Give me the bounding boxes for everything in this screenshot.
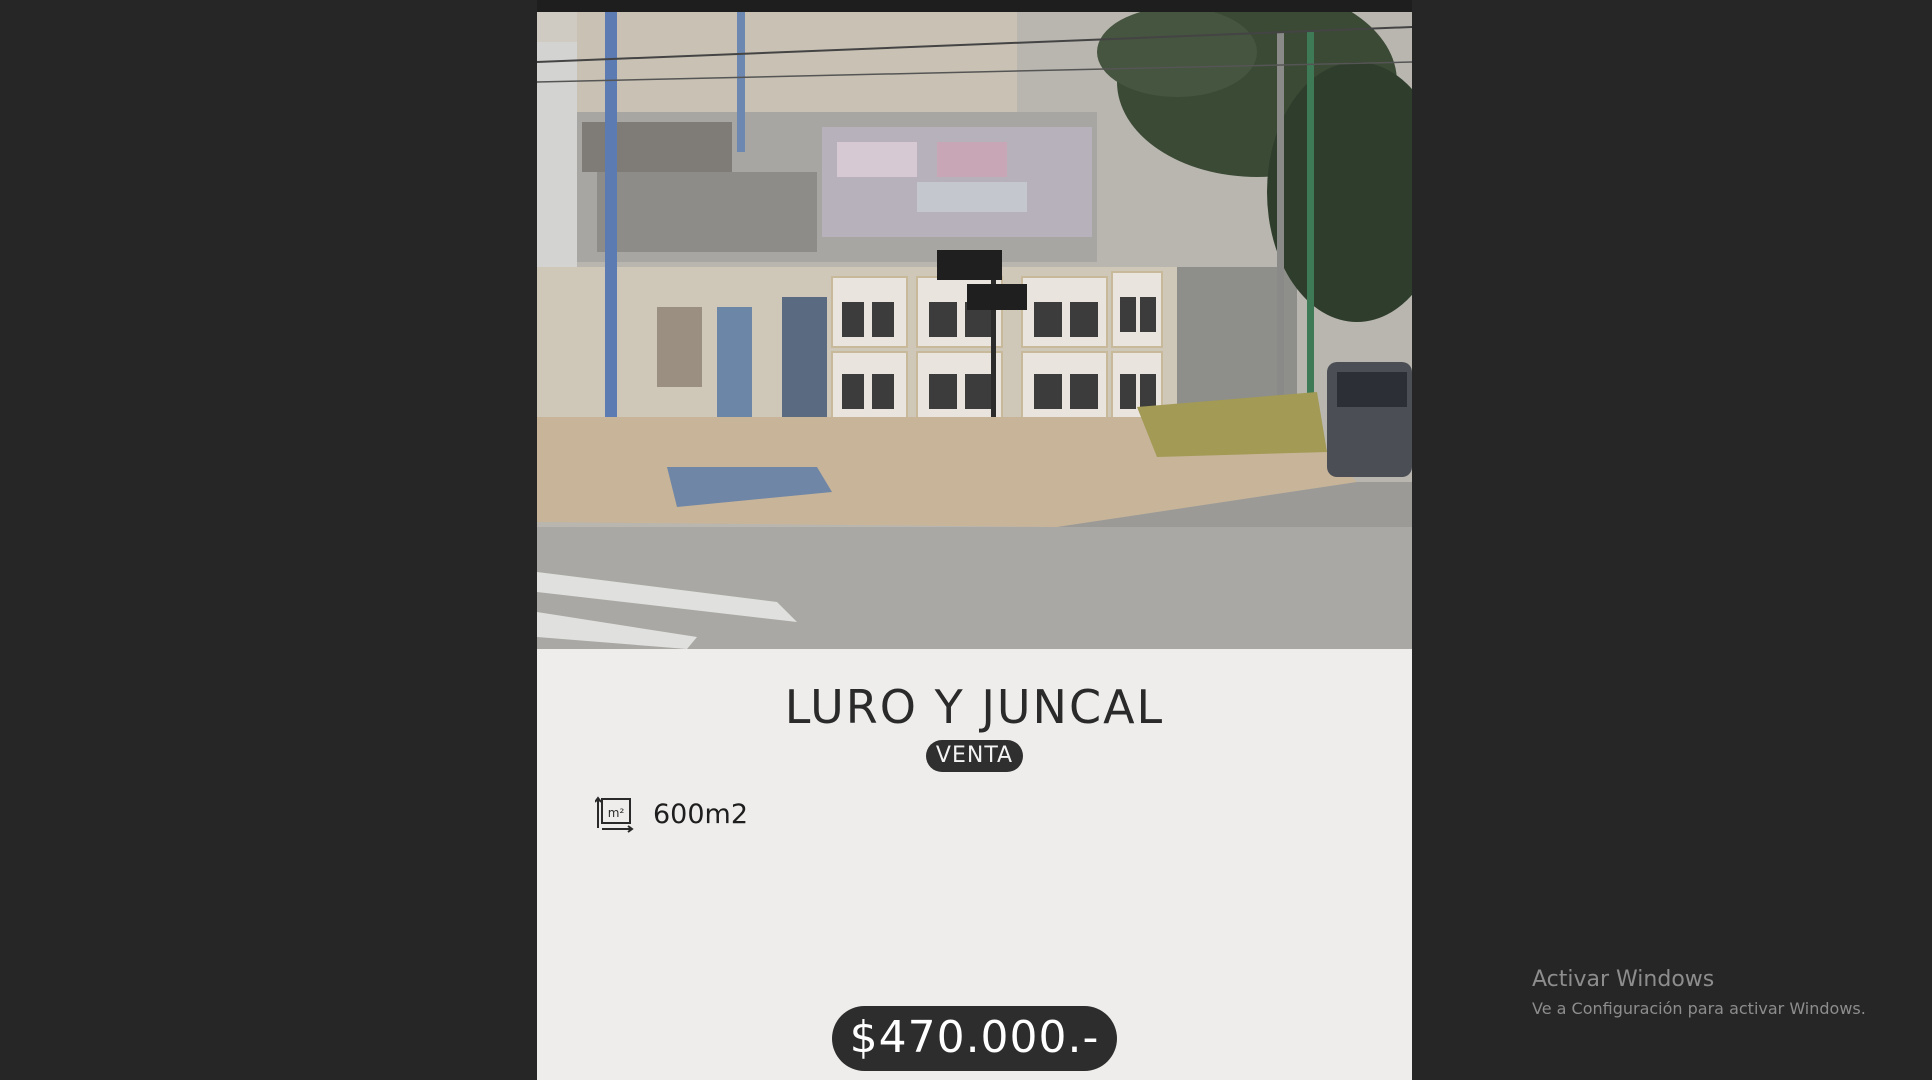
property-photo[interactable] (537, 12, 1412, 649)
area-m2-icon: m² (594, 794, 635, 834)
page: LURO Y JUNCAL VENTA m² 600m2 $470.000.- … (0, 0, 1932, 1080)
watermark-title: Activar Windows (1532, 967, 1715, 992)
property-card[interactable]: LURO Y JUNCAL VENTA m² 600m2 $470.000.- (537, 12, 1412, 1080)
activate-windows-watermark: Activar Windows Ve a Configuración para … (1532, 966, 1866, 1020)
price-wrap: $470.000.- (537, 1006, 1412, 1071)
property-title: LURO Y JUNCAL (784, 680, 1165, 734)
area-value: 600m2 (653, 798, 749, 830)
top-bar (537, 0, 1412, 12)
street-photo-illustration (537, 12, 1412, 649)
area-row: m² 600m2 (594, 792, 749, 836)
operation-badge-wrap: VENTA (537, 740, 1412, 772)
price-pill[interactable]: $470.000.- (831, 1006, 1118, 1071)
operation-badge: VENTA (925, 740, 1024, 772)
watermark-subtitle: Ve a Configuración para activar Windows. (1532, 999, 1866, 1018)
area-icon-text: m² (608, 806, 625, 820)
